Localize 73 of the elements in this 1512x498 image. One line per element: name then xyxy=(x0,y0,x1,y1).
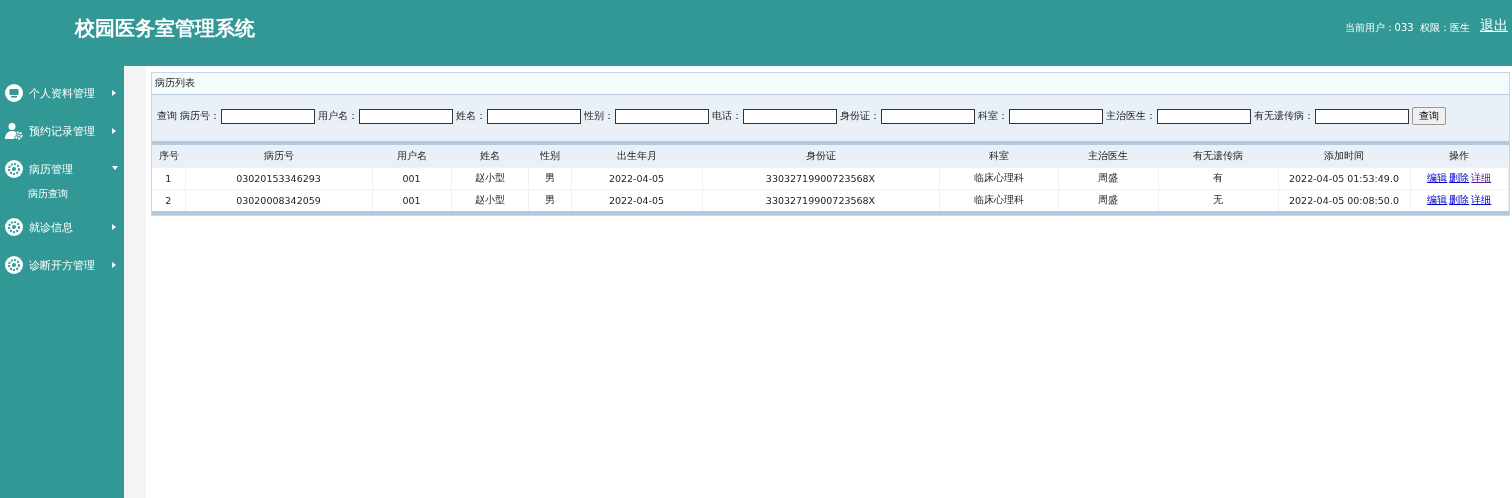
gear-icon xyxy=(5,160,23,178)
field-label: 身份证： xyxy=(840,109,880,123)
panel-title: 病历列表 xyxy=(155,77,195,90)
table-cell: 赵小型 xyxy=(451,189,528,213)
table-cell: 周盛 xyxy=(1058,189,1158,213)
table-cell: 临床心理科 xyxy=(939,167,1058,190)
action-link[interactable]: 详细 xyxy=(1471,172,1492,183)
search-field[interactable] xyxy=(881,108,975,124)
app-title: 校园医务室管理系统 xyxy=(75,14,256,42)
field-label: 科室： xyxy=(978,109,1008,123)
table-cell: 1 xyxy=(152,167,185,190)
column-header: 身份证 xyxy=(702,143,939,168)
column-header: 姓名 xyxy=(451,143,528,168)
table-cell: 赵小型 xyxy=(451,167,528,190)
field-label: 姓名： xyxy=(456,109,486,123)
table-cell: 001 xyxy=(372,167,451,190)
action-link[interactable]: 删除 xyxy=(1449,172,1470,183)
field-label: 主治医生： xyxy=(1106,109,1156,123)
field-label: 电话： xyxy=(712,109,742,123)
action-link[interactable]: 删除 xyxy=(1449,194,1470,205)
column-header: 序号 xyxy=(152,143,185,168)
column-header: 主治医生 xyxy=(1058,143,1158,168)
caret-icon xyxy=(112,90,116,96)
action-link[interactable]: 编辑 xyxy=(1427,194,1448,205)
column-header: 添加时间 xyxy=(1278,143,1410,168)
table-cell: 无 xyxy=(1158,189,1278,213)
column-header: 病历号 xyxy=(185,143,372,168)
column-header: 操作 xyxy=(1410,143,1509,168)
table-cell: 2 xyxy=(152,189,185,213)
table-cell: 03020153346293 xyxy=(185,167,372,190)
search-field[interactable] xyxy=(615,108,709,124)
field-label: 性别： xyxy=(584,109,614,123)
caret-icon xyxy=(112,128,116,134)
caret-icon xyxy=(112,224,116,230)
table-cell: 男 xyxy=(528,189,571,213)
field-label: 有无遗传病： xyxy=(1254,109,1314,123)
action-link[interactable]: 详细 xyxy=(1471,194,1492,205)
column-header: 有无遗传病 xyxy=(1158,143,1278,168)
table-cell: 2022-04-05 01:53:49.0 xyxy=(1278,167,1410,190)
search-button[interactable]: 查询 xyxy=(1412,107,1446,125)
field-label: 用户名： xyxy=(318,109,358,123)
action-link[interactable]: 编辑 xyxy=(1427,172,1448,183)
table-cell: 周盛 xyxy=(1058,167,1158,190)
search-field[interactable] xyxy=(1315,108,1409,124)
search-field[interactable] xyxy=(1157,108,1251,124)
monitor-icon xyxy=(5,84,23,102)
caret-icon xyxy=(112,262,116,268)
search-field[interactable] xyxy=(1009,108,1103,124)
user-info: 当前用户：033 权限：医生 xyxy=(1344,21,1470,35)
caret-icon xyxy=(112,166,118,170)
column-header: 出生年月 xyxy=(571,143,702,168)
column-header: 科室 xyxy=(939,143,1058,168)
search-field[interactable] xyxy=(221,108,315,124)
field-label: 病历号： xyxy=(180,109,220,123)
table-cell: 有 xyxy=(1158,167,1278,190)
table-cell: 33032719900723568X xyxy=(702,189,939,213)
column-header: 用户名 xyxy=(372,143,451,168)
table-cell: 男 xyxy=(528,167,571,190)
search-field[interactable] xyxy=(743,108,837,124)
table-cell: 2022-04-05 00:08:50.0 xyxy=(1278,189,1410,213)
search-label: 查询 xyxy=(157,109,177,123)
table-cell: 临床心理科 xyxy=(939,189,1058,213)
table-cell: 2022-04-05 xyxy=(571,167,702,190)
gear-icon xyxy=(5,218,23,236)
gear-icon xyxy=(5,256,23,274)
table-cell: 001 xyxy=(372,189,451,213)
table-cell: 03020008342059 xyxy=(185,189,372,213)
column-header: 性别 xyxy=(528,143,571,168)
search-field[interactable] xyxy=(359,108,453,124)
table-cell: 2022-04-05 xyxy=(571,189,702,213)
table-cell: 33032719900723568X xyxy=(702,167,939,190)
user-gear-icon xyxy=(5,122,23,140)
search-field[interactable] xyxy=(487,108,581,124)
